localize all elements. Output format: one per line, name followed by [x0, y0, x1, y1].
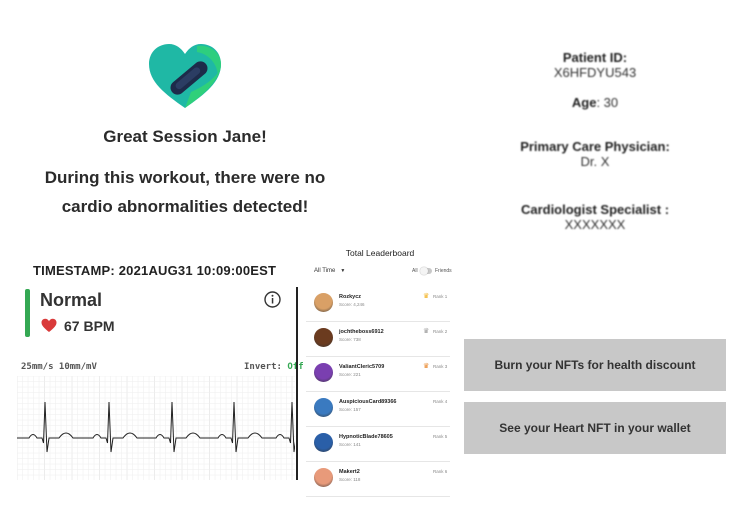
crown-icon: ♛ — [423, 293, 430, 300]
avatar — [314, 433, 333, 452]
primary-care-physician: Primary Care Physician: Dr. X — [470, 139, 720, 169]
player-rank: Rank 6 — [433, 469, 448, 474]
patient-id-value: X6HFDYU543 — [553, 65, 637, 80]
leaderboard-title: Total Leaderboard — [345, 248, 415, 258]
leaderboard-row[interactable]: Rozkycz Score: 4,246 ♛ Rank 1 — [306, 287, 450, 322]
player-score: Score: 4,246 — [339, 302, 365, 307]
avatar — [314, 468, 333, 487]
player-rank: Rank 2 — [433, 329, 448, 334]
session-message: During this workout, there were no cardi… — [44, 168, 326, 216]
crown-icon: ♛ — [423, 363, 430, 370]
avatar — [314, 398, 333, 417]
patient-id: Patient ID: X6HFDYU543 — [470, 50, 720, 80]
toggle-friends-text: Friends — [435, 268, 452, 274]
toggle-all-label: All — [412, 268, 418, 274]
heart-icon — [41, 318, 57, 332]
player-score: Score: 157 — [339, 407, 361, 412]
ecg-invert-toggle[interactable]: Invert: Off — [244, 362, 304, 372]
ecg-status: Normal — [40, 290, 103, 310]
player-name: HypnoticBlade78605 — [339, 434, 393, 440]
leaderboard-row[interactable]: AuspiciousCard89366 Score: 157 Rank 4 — [306, 392, 450, 427]
player-name: AuspiciousCard89366 — [339, 399, 397, 405]
player-name: jochtheboss6912 — [339, 329, 384, 335]
leaderboard-row[interactable]: ValiantCleric5709 Score: 221 ♛ Rank 3 — [306, 357, 450, 392]
player-rank: Rank 4 — [433, 399, 448, 404]
cardiologist-value: XXXXXXX — [564, 217, 626, 232]
patient-age-value: : 30 — [596, 95, 619, 110]
info-icon[interactable] — [264, 291, 281, 308]
chevron-down-icon: ▼ — [340, 268, 346, 274]
time-filter-label: All Time — [314, 268, 336, 274]
leaderboard-row[interactable]: HypnoticBlade78605 Score: 141 Rank 5 — [306, 427, 450, 462]
leaderboard-list: Rozkycz Score: 4,246 ♛ Rank 1 jochthebos… — [306, 287, 450, 497]
toggle-friends-label: Friends — [435, 268, 452, 274]
player-name: Rozkycz — [339, 294, 362, 300]
ecg-bpm: 67 BPM — [64, 318, 115, 334]
player-score: Score: 141 — [339, 442, 361, 447]
player-name: Makert2 — [339, 469, 360, 475]
pcp-label: Primary Care Physician: — [520, 139, 670, 154]
panel-divider — [296, 287, 298, 480]
cardiologist-specialist: Cardiologist Specialist : XXXXXXX — [470, 202, 720, 232]
avatar — [314, 328, 333, 347]
player-rank: Rank 3 — [433, 364, 448, 369]
leaderboard-row[interactable]: Makert2 Score: 118 Rank 6 — [306, 462, 450, 497]
session-title: Great Session Jane! — [103, 127, 267, 146]
avatar — [314, 293, 333, 312]
pcp-value: Dr. X — [580, 154, 610, 169]
toggle-knob — [420, 267, 428, 275]
cardiologist-label: Cardiologist Specialist : — [520, 202, 670, 217]
ecg-waveform — [17, 376, 295, 480]
player-score: Score: 221 — [339, 372, 361, 377]
heart-logo-icon — [149, 44, 221, 108]
player-score: Score: 118 — [339, 477, 361, 482]
ecg-scale-label: 25mm/s 10mm/mV — [21, 362, 97, 372]
crown-icon: ♛ — [423, 328, 430, 335]
player-rank: Rank 5 — [433, 434, 448, 439]
player-rank: Rank 1 — [433, 294, 448, 299]
patient-age-label: Age — [571, 95, 597, 110]
status-indicator-bar — [25, 289, 30, 337]
player-score: Score: 738 — [339, 337, 361, 342]
ecg-timestamp: TIMESTAMP: 2021AUG31 10:09:00EST — [33, 263, 277, 278]
patient-id-label: Patient ID: — [562, 50, 628, 65]
invert-label: Invert: — [244, 362, 282, 372]
leaderboard-row[interactable]: jochtheboss6912 Score: 738 ♛ Rank 2 — [306, 322, 450, 357]
player-name: ValiantCleric5709 — [339, 364, 385, 370]
avatar — [314, 363, 333, 382]
burn-nfts-button[interactable]: Burn your NFTs for health discount — [464, 339, 726, 391]
patient-age: Age: 30 — [470, 95, 720, 110]
time-filter-dropdown[interactable]: All Time ▼ — [314, 268, 345, 274]
friends-toggle[interactable] — [420, 267, 432, 275]
view-heart-nft-button[interactable]: See your Heart NFT in your wallet — [464, 402, 726, 454]
